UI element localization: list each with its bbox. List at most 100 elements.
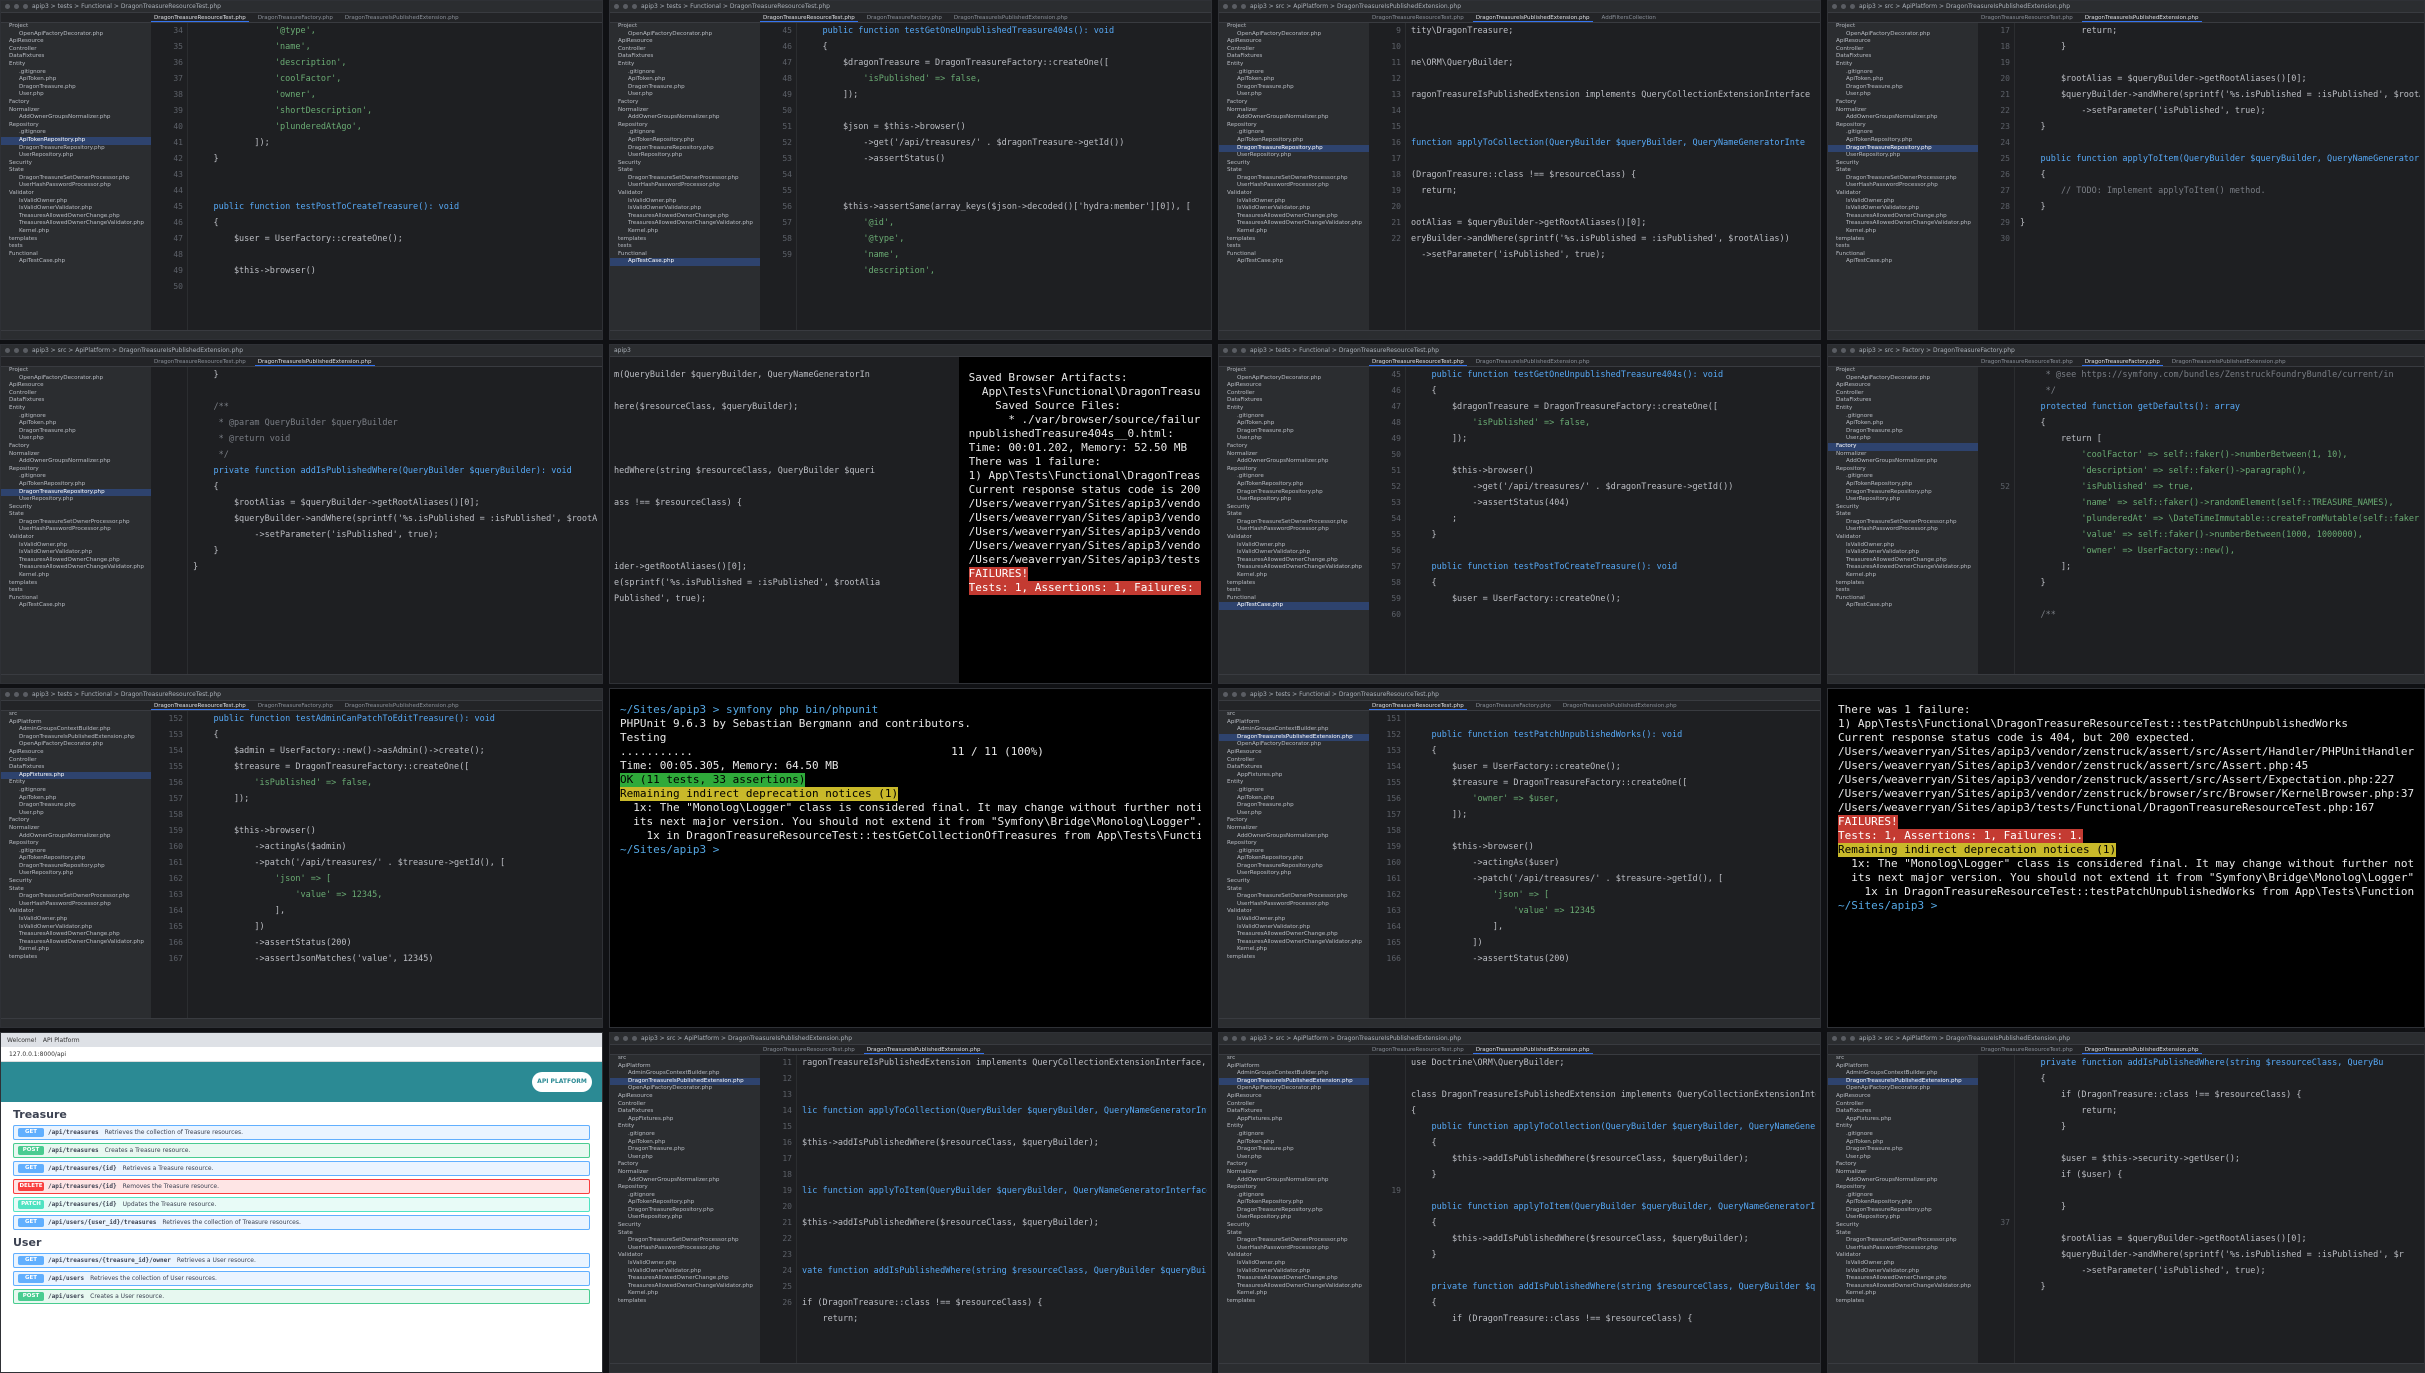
- tree-item[interactable]: Validator: [1219, 1252, 1369, 1260]
- window-minimize-button[interactable]: [1232, 4, 1237, 9]
- tree-item[interactable]: User.php: [1219, 810, 1369, 818]
- tree-item[interactable]: src: [1219, 711, 1369, 719]
- tree-item[interactable]: ApiTokenRepository.php: [1, 855, 151, 863]
- tree-item[interactable]: AddOwnerGroupsNormalizer.php: [610, 114, 760, 122]
- tree-item[interactable]: DragonTreasureRepository.php: [1219, 489, 1369, 497]
- tree-item[interactable]: User.php: [1, 435, 151, 443]
- tree-item[interactable]: Validator: [610, 190, 760, 198]
- tree-item[interactable]: Kernel.php: [1828, 228, 1978, 236]
- tree-item[interactable]: .gitignore: [1828, 1131, 1978, 1139]
- tree-item[interactable]: UserHashPasswordProcessor.php: [1828, 526, 1978, 534]
- tree-item[interactable]: TreasuresAllowedOwnerChange.php: [1219, 557, 1369, 565]
- tree-item[interactable]: DataFixtures: [1219, 1108, 1369, 1116]
- tree-item[interactable]: .gitignore: [610, 69, 760, 77]
- window-maximize-button[interactable]: [1241, 4, 1246, 9]
- tree-item[interactable]: AddOwnerGroupsNormalizer.php: [1219, 833, 1369, 841]
- tree-item[interactable]: DragonTreasure.php: [1219, 84, 1369, 92]
- tree-item[interactable]: IsValidOwnerValidator.php: [610, 1268, 760, 1276]
- tree-item[interactable]: IsValidOwnerValidator.php: [1828, 549, 1978, 557]
- tree-item[interactable]: .gitignore: [1, 787, 151, 795]
- tree-item[interactable]: src: [610, 1055, 760, 1063]
- tree-item[interactable]: Controller: [1, 46, 151, 54]
- operation-row[interactable]: GET/api/users Retrieves the collection of…: [13, 1271, 590, 1286]
- tree-item[interactable]: User.php: [1, 91, 151, 99]
- tree-item[interactable]: Security: [1, 878, 151, 886]
- window-minimize-button[interactable]: [1841, 4, 1846, 9]
- tree-item[interactable]: DragonTreasureSetOwnerProcessor.php: [1, 175, 151, 183]
- tree-item[interactable]: Entity: [1828, 61, 1978, 69]
- window-maximize-button[interactable]: [632, 4, 637, 9]
- tree-item[interactable]: Functional: [1, 251, 151, 259]
- tree-item[interactable]: UserHashPasswordProcessor.php: [1219, 1245, 1369, 1253]
- tree-item[interactable]: Controller: [1828, 1101, 1978, 1109]
- tree-item[interactable]: ApiTokenRepository.php: [1828, 137, 1978, 145]
- window-close-button[interactable]: [1223, 4, 1228, 9]
- window-maximize-button[interactable]: [23, 692, 28, 697]
- window-close-button[interactable]: [1832, 4, 1837, 9]
- tree-item[interactable]: TreasuresAllowedOwnerChangeValidator.php: [1, 220, 151, 228]
- tree-item[interactable]: DragonTreasure.php: [1, 84, 151, 92]
- tree-item[interactable]: AddOwnerGroupsNormalizer.php: [1219, 1177, 1369, 1185]
- tree-item[interactable]: IsValidOwnerValidator.php: [1, 549, 151, 557]
- tree-item[interactable]: Kernel.php: [1219, 1290, 1369, 1298]
- tree-item[interactable]: IsValidOwner.php: [1219, 1260, 1369, 1268]
- tree-item[interactable]: UserHashPasswordProcessor.php: [1, 526, 151, 534]
- tree-item[interactable]: Functional: [1219, 251, 1369, 259]
- window-close-button[interactable]: [5, 348, 10, 353]
- tree-item[interactable]: User.php: [1, 810, 151, 818]
- tree-item[interactable]: .gitignore: [1219, 1131, 1369, 1139]
- tree-item[interactable]: State: [1, 511, 151, 519]
- tree-item[interactable]: UserHashPasswordProcessor.php: [610, 182, 760, 190]
- editor-tab[interactable]: DragonTreasureResourceTest.php: [760, 13, 858, 22]
- tree-item[interactable]: Repository: [610, 1184, 760, 1192]
- tree-item[interactable]: src: [1828, 1055, 1978, 1063]
- window-maximize-button[interactable]: [632, 1036, 637, 1041]
- tree-item[interactable]: DragonTreasureSetOwnerProcessor.php: [1828, 175, 1978, 183]
- tree-item[interactable]: ApiTokenRepository.php: [1219, 855, 1369, 863]
- tree-item[interactable]: Security: [1828, 1222, 1978, 1230]
- tree-item[interactable]: ApiTokenRepository.php: [610, 1199, 760, 1207]
- tree-item[interactable]: AdminGroupsContextBuilder.php: [1219, 1070, 1369, 1078]
- tree-item[interactable]: TreasuresAllowedOwnerChangeValidator.php: [610, 220, 760, 228]
- tree-item[interactable]: ApiToken.php: [1828, 1139, 1978, 1147]
- tree-item[interactable]: Project: [1828, 23, 1978, 31]
- editor-tab[interactable]: DragonTreasureIsPublishedExtension.php: [951, 13, 1071, 22]
- tree-item[interactable]: .gitignore: [1828, 69, 1978, 77]
- tree-item[interactable]: DragonTreasure.php: [1828, 428, 1978, 436]
- editor-tab[interactable]: DragonTreasureFactory.php: [2081, 357, 2163, 366]
- tree-item[interactable]: AdminGroupsContextBuilder.php: [610, 1070, 760, 1078]
- code-editor[interactable]: 45 46 47 48 49 50 51 52 53 54 55 56 57 58 59 public fu…: [760, 23, 1211, 331]
- tree-item[interactable]: Normalizer: [1219, 451, 1369, 459]
- tree-item[interactable]: ApiTestCase.php: [1219, 258, 1369, 266]
- tree-item[interactable]: ApiResource: [1828, 382, 1978, 390]
- resource-section-title[interactable]: Treasure: [13, 1108, 590, 1121]
- tree-item[interactable]: ApiToken.php: [1, 420, 151, 428]
- tree-item[interactable]: IsValidOwner.php: [1, 198, 151, 206]
- tree-item[interactable]: Factory: [1219, 1161, 1369, 1169]
- tree-item[interactable]: TreasuresAllowedOwnerChange.php: [1828, 557, 1978, 565]
- tree-item[interactable]: TreasuresAllowedOwnerChangeValidator.php: [1828, 220, 1978, 228]
- window-minimize-button[interactable]: [623, 4, 628, 9]
- tree-item[interactable]: AppFixtures.php: [1, 771, 151, 780]
- tree-item[interactable]: .gitignore: [1828, 129, 1978, 137]
- tree-item[interactable]: Entity: [1, 61, 151, 69]
- tree-item[interactable]: Controller: [1828, 390, 1978, 398]
- tree-item[interactable]: DragonTreasure.php: [1219, 1146, 1369, 1154]
- tree-item[interactable]: Normalizer: [1828, 1169, 1978, 1177]
- tree-item[interactable]: UserRepository.php: [1219, 496, 1369, 504]
- tree-item[interactable]: Validator: [1219, 534, 1369, 542]
- tree-item[interactable]: DataFixtures: [1, 53, 151, 61]
- tree-item[interactable]: TreasuresAllowedOwnerChangeValidator.php: [1, 939, 151, 947]
- tree-item[interactable]: IsValidOwner.php: [610, 1260, 760, 1268]
- window-maximize-button[interactable]: [1850, 348, 1855, 353]
- tree-item[interactable]: IsValidOwnerValidator.php: [1, 205, 151, 213]
- editor-tab[interactable]: DragonTreasureResourceTest.php: [151, 357, 249, 366]
- tree-item[interactable]: Kernel.php: [1, 946, 151, 954]
- tree-item[interactable]: DragonTreasureRepository.php: [1, 488, 151, 497]
- tree-item[interactable]: Validator: [1219, 190, 1369, 198]
- tree-item[interactable]: Factory: [1828, 99, 1978, 107]
- tree-item[interactable]: src: [1, 711, 151, 719]
- tree-item[interactable]: ApiToken.php: [1219, 795, 1369, 803]
- tree-item[interactable]: IsValidOwner.php: [1, 542, 151, 550]
- tree-item[interactable]: Normalizer: [1828, 107, 1978, 115]
